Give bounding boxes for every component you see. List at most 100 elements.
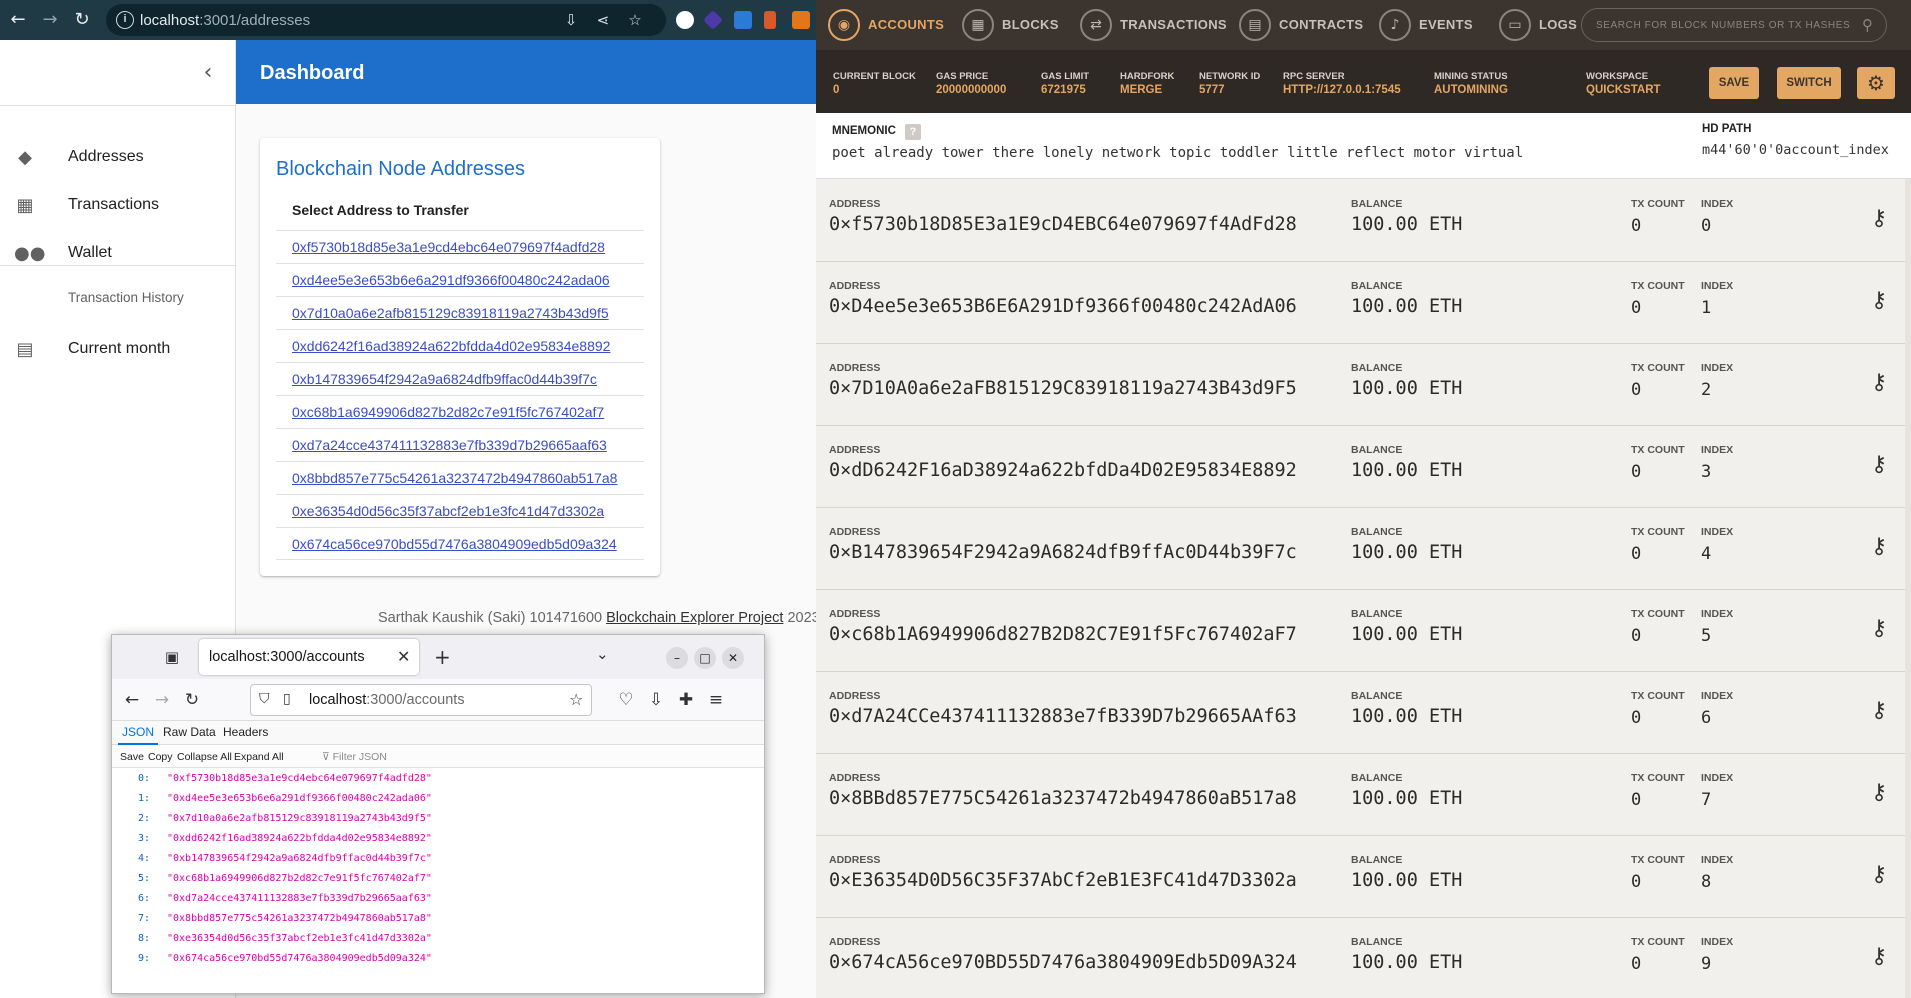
save-button[interactable]: Save: [120, 751, 144, 763]
browser-tab[interactable]: localhost:3000/accounts ✕: [199, 639, 419, 675]
address-link[interactable]: 0xd4ee5e3e653b6e6a291df9366f00480c242ada…: [292, 272, 610, 288]
copy-button[interactable]: Copy: [148, 751, 173, 763]
reload-icon[interactable]: ↻: [182, 690, 202, 710]
extension-icon[interactable]: [676, 11, 694, 29]
sidebar-item-wallet[interactable]: ●● Wallet: [0, 232, 236, 276]
close-window-icon[interactable]: ✕: [722, 647, 744, 669]
forward-arrow-icon[interactable]: →: [38, 8, 62, 32]
download-icon[interactable]: ⇩: [646, 690, 666, 710]
install-app-icon[interactable]: ⇩: [562, 11, 580, 29]
footer-link[interactable]: Blockchain Explorer Project: [606, 610, 783, 626]
switch-button[interactable]: SWITCH: [1777, 67, 1841, 99]
key-icon[interactable]: ⚷: [1864, 778, 1894, 808]
key-icon[interactable]: ⚷: [1864, 450, 1894, 480]
address-bar[interactable]: ⛉ ▯ localhost:3000/accounts ☆: [250, 684, 592, 716]
account-row[interactable]: ADDRESS 0×7D10A0a6e2aFB815129C83918119a27…: [816, 344, 1905, 426]
key-icon[interactable]: ⚷: [1864, 286, 1894, 316]
extension-icon[interactable]: [703, 10, 723, 30]
account-row[interactable]: ADDRESS 0×E36354D0D56C35F37AbCf2eB1E3FC41…: [816, 836, 1905, 918]
key-icon[interactable]: ⚷: [1864, 532, 1894, 562]
help-icon[interactable]: ?: [905, 124, 921, 140]
scrollbar[interactable]: [1905, 179, 1911, 998]
extension-icon[interactable]: [764, 11, 776, 29]
address-bar[interactable]: i localhost:3001/addresses ⇩ ⋖ ☆: [106, 4, 666, 36]
address-link[interactable]: 0xf5730b18d85e3a1e9cd4ebc64e079697f4adfd…: [292, 239, 605, 255]
menu-icon[interactable]: ≡: [706, 690, 726, 710]
back-arrow-icon[interactable]: ←: [122, 690, 142, 710]
back-arrow-icon[interactable]: ←: [6, 8, 30, 32]
account-row[interactable]: ADDRESS 0×B147839654F2942a9A6824dfB9ffAc0…: [816, 508, 1905, 590]
expand-all-button[interactable]: Expand All: [234, 751, 284, 763]
key-icon[interactable]: ⚷: [1864, 368, 1894, 398]
balance-label: BALANCE: [1351, 690, 1403, 702]
address-link[interactable]: 0x7d10a0a6e2afb815129c83918119a2743b43d9…: [292, 305, 609, 321]
tab-headers[interactable]: Headers: [223, 725, 268, 739]
collapse-all-button[interactable]: Collapse All: [177, 751, 232, 763]
address-bar-url[interactable]: localhost:3000/accounts: [309, 692, 465, 708]
site-info-icon[interactable]: i: [116, 11, 134, 29]
key-icon[interactable]: ⚷: [1864, 696, 1894, 726]
shield-icon[interactable]: ⛉: [259, 691, 270, 707]
metamask-icon[interactable]: [792, 11, 810, 29]
app-bar: Dashboard: [236, 40, 816, 104]
key-icon[interactable]: ⚷: [1864, 860, 1894, 890]
address-bar-url[interactable]: localhost:3001/addresses: [140, 12, 310, 29]
chevron-down-icon[interactable]: ⌄: [596, 645, 609, 663]
account-row[interactable]: ADDRESS 0×c68b1A6949906d827B2D82C7E91f5Fc…: [816, 590, 1905, 672]
gear-icon[interactable]: ⚙: [1857, 67, 1895, 99]
mnemonic-panel: MNEMONIC ? poet already tower there lone…: [816, 113, 1911, 179]
sidebar-item-addresses[interactable]: ◆ Addresses: [0, 136, 236, 180]
address-link[interactable]: 0xe36354d0d56c35f37abcf2eb1e3fc41d47d330…: [292, 503, 604, 519]
index-value: 4: [1701, 544, 1712, 564]
share-icon[interactable]: ⋖: [594, 11, 612, 29]
account-row[interactable]: ADDRESS 0×dD6242F16aD38924a622bfdDa4D02E9…: [816, 426, 1905, 508]
address-link[interactable]: 0xc68b1a6949906d827b2d82c7e91f5fc767402a…: [292, 404, 604, 420]
close-icon[interactable]: ✕: [397, 647, 410, 666]
key-icon[interactable]: ⚷: [1864, 204, 1894, 234]
list-item: 0xdd6242f16ad38924a622bfdda4d02e95834e88…: [276, 329, 644, 362]
extensions-icon[interactable]: ✚: [676, 690, 696, 710]
account-row[interactable]: ADDRESS 0×8BBd857E775C54261a3237472b49478…: [816, 754, 1905, 836]
bookmark-star-icon[interactable]: ☆: [569, 690, 583, 709]
json-row: 1: "0xd4ee5e3e653b6e6a291df9366f00480c242…: [137, 793, 432, 804]
account-row[interactable]: ADDRESS 0×d7A24CCe437411132883e7fB339D7b2…: [816, 672, 1905, 754]
maximize-icon[interactable]: □: [694, 647, 716, 669]
account-row[interactable]: ADDRESS 0×674cA56ce970BD55D7476a3804909Ed…: [816, 918, 1905, 998]
bookmark-star-icon[interactable]: ☆: [626, 11, 644, 29]
json-row: 3: "0xdd6242f16ad38924a622bfdda4d02e95834…: [137, 833, 432, 844]
address-link[interactable]: 0x8bbd857e775c54261a3237472b4947860ab517…: [292, 470, 617, 486]
extension-icon[interactable]: [734, 11, 752, 29]
key-icon[interactable]: ⚷: [1864, 942, 1894, 972]
sidebar-item-transactions[interactable]: ▦ Transactions: [0, 184, 236, 228]
address-link[interactable]: 0x674ca56ce970bd55d7476a3804909edb5d09a3…: [292, 536, 617, 552]
tx-count-value: 0: [1631, 626, 1642, 646]
search-input[interactable]: SEARCH FOR BLOCK NUMBERS OR TX HASHES ⚲: [1581, 8, 1887, 42]
minimize-icon[interactable]: –: [666, 647, 688, 669]
key-icon[interactable]: ⚷: [1864, 614, 1894, 644]
tab-overview-icon[interactable]: ▣: [162, 647, 182, 667]
json-row: 6: "0xd7a24cce437411132883e7fb339d7b29665…: [137, 893, 432, 904]
tab-raw-data[interactable]: Raw Data: [163, 725, 216, 739]
address-link[interactable]: 0xd7a24cce437411132883e7fb339d7b29665aaf…: [292, 437, 607, 453]
pocket-icon[interactable]: ♡: [616, 690, 636, 710]
chevron-left-icon[interactable]: ‹: [196, 62, 220, 86]
tab-json[interactable]: JSON: [122, 725, 154, 739]
address-link[interactable]: 0xb147839654f2942a9a6824dfb9ffac0d44b39f…: [292, 371, 597, 387]
sidebar-item-current-month[interactable]: ▤ Current month: [0, 328, 236, 372]
save-button[interactable]: SAVE: [1709, 67, 1759, 99]
navigation-bar: ← → ↻ ⛉ ▯ localhost:3000/accounts ☆ ♡ ⇩ …: [112, 679, 764, 721]
status-gas-price: GAS PRICE 20000000000: [936, 71, 1007, 96]
account-address: 0×8BBd857E775C54261a3237472b4947860aB517…: [829, 788, 1297, 809]
tx-count-label: TX COUNT: [1631, 936, 1685, 948]
new-tab-icon[interactable]: +: [434, 645, 451, 669]
json-row: 7: "0x8bbd857e775c54261a3237472b4947860ab…: [137, 913, 432, 924]
address-link[interactable]: 0xdd6242f16ad38924a622bfdda4d02e95834e88…: [292, 338, 610, 354]
account-row[interactable]: ADDRESS 0×f5730b18D85E3a1E9cD4EBC64e07969…: [816, 180, 1905, 262]
status-gas-limit: GAS LIMIT 6721975: [1041, 71, 1090, 96]
account-address: 0×7D10A0a6e2aFB815129C83918119a2743B43d9…: [829, 378, 1297, 399]
search-icon[interactable]: ⚲: [1862, 16, 1873, 34]
reload-icon[interactable]: ↻: [70, 8, 94, 32]
filter-json-input[interactable]: ⊽ Filter JSON: [322, 751, 387, 763]
account-row[interactable]: ADDRESS 0×D4ee5e3e653B6E6A291Df9366f00480…: [816, 262, 1905, 344]
forward-arrow-icon[interactable]: →: [152, 690, 172, 710]
